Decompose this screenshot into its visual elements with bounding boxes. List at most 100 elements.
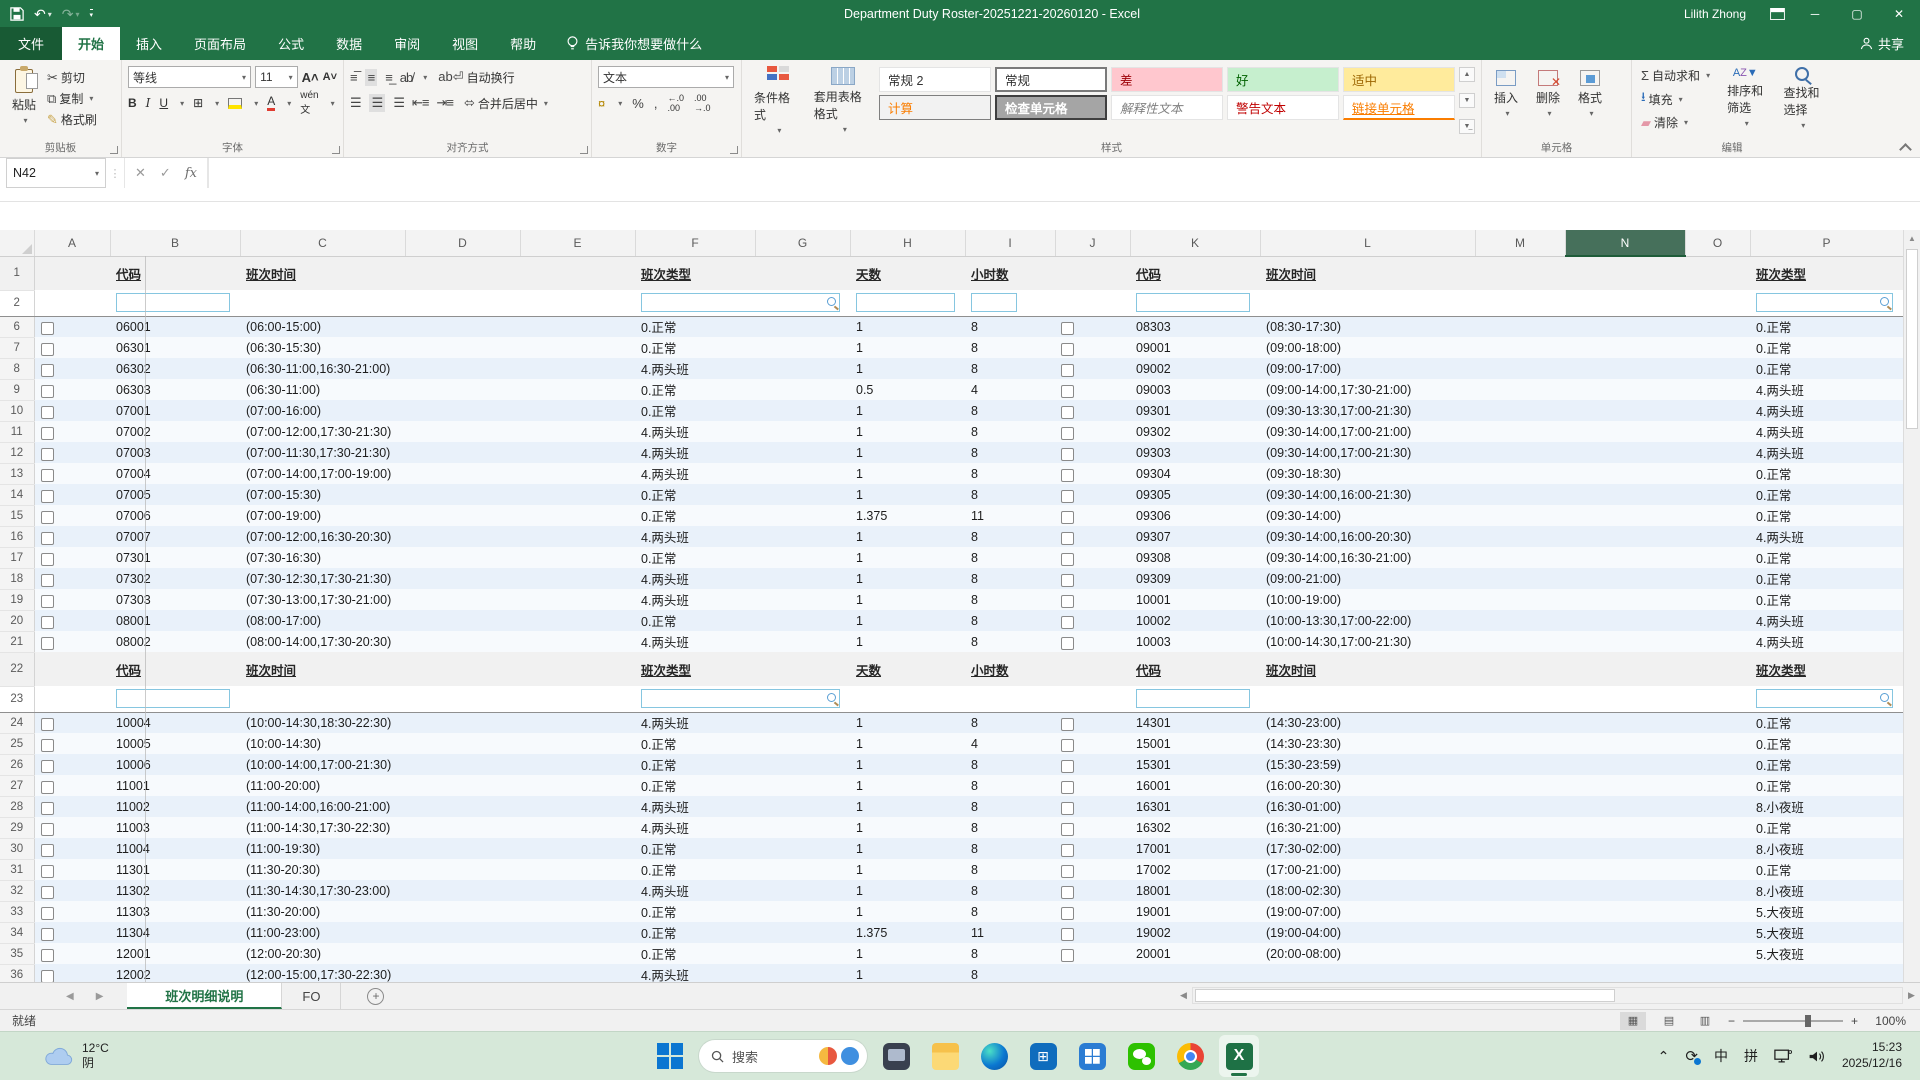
row-checkbox[interactable]: [41, 322, 54, 335]
column-header-O[interactable]: O: [1685, 230, 1750, 256]
page-layout-view-button[interactable]: ▤: [1656, 1012, 1682, 1030]
font-name-combo[interactable]: 等线▾: [128, 66, 251, 88]
zoom-in-button[interactable]: +: [1851, 1014, 1858, 1028]
row-checkbox[interactable]: [1061, 574, 1074, 587]
row-checkbox[interactable]: [1061, 322, 1074, 335]
filter-input[interactable]: [856, 293, 955, 312]
row-checkbox[interactable]: [1061, 718, 1074, 731]
table-row[interactable]: 34 11304(11:00-23:00) 0.正常1.375 1119002 …: [0, 922, 1903, 943]
taskbar-edge[interactable]: [974, 1035, 1014, 1077]
table-row[interactable]: 25 10005(10:00-14:30) 0.正常1 415001 (14:3…: [0, 733, 1903, 754]
row-header[interactable]: 7: [0, 337, 34, 358]
table-row[interactable]: 26 10006(10:00-14:00,17:00-21:30) 0.正常1 …: [0, 754, 1903, 775]
row-checkbox[interactable]: [41, 553, 54, 566]
column-header-I[interactable]: I: [965, 230, 1055, 256]
row-header[interactable]: 12: [0, 442, 34, 463]
cell-style-常规 2[interactable]: 常规 2: [879, 67, 991, 92]
ime-mode-indicator[interactable]: 中: [1714, 1046, 1728, 1066]
number-format-combo[interactable]: 文本▾: [598, 66, 734, 88]
column-header-L[interactable]: L: [1260, 230, 1475, 256]
row-header[interactable]: 2: [0, 290, 34, 316]
table-row[interactable]: 16 07007(07:00-12:00,16:30-20:30) 4.两头班1…: [0, 526, 1903, 547]
zoom-out-button[interactable]: −: [1728, 1014, 1735, 1028]
row-header[interactable]: 31: [0, 859, 34, 880]
tell-me-box[interactable]: 告诉我你想要做什么: [552, 27, 716, 60]
table-row[interactable]: 27 11001(11:00-20:00) 0.正常1 816001 (16:0…: [0, 775, 1903, 796]
ribbon-tab-数据[interactable]: 数据: [320, 27, 378, 60]
scroll-left-arrow[interactable]: ◀: [1175, 990, 1192, 1001]
row-header[interactable]: 20: [0, 610, 34, 631]
column-header-H[interactable]: H: [850, 230, 965, 256]
row-checkbox[interactable]: [41, 718, 54, 731]
row-checkbox[interactable]: [1061, 781, 1074, 794]
number-dialog-launcher[interactable]: [730, 146, 738, 154]
row-header[interactable]: 36: [0, 964, 34, 982]
row-checkbox[interactable]: [41, 448, 54, 461]
orientation-button[interactable]: ab̸: [400, 70, 412, 85]
cell-style-常规[interactable]: 常规: [995, 67, 1107, 92]
row-checkbox[interactable]: [41, 427, 54, 440]
row-checkbox[interactable]: [1061, 907, 1074, 920]
vertical-scroll-thumb[interactable]: [1906, 249, 1918, 429]
font-size-combo[interactable]: 11▾: [255, 66, 298, 88]
ribbon-tab-审阅[interactable]: 审阅: [378, 27, 436, 60]
row-checkbox[interactable]: [41, 886, 54, 899]
taskbar-clock[interactable]: 15:23 2025/12/16: [1842, 1040, 1902, 1071]
tray-chevron-up-icon[interactable]: ⌃: [1658, 1048, 1670, 1065]
accounting-format-button[interactable]: ¤: [598, 96, 605, 111]
filter-input[interactable]: [116, 293, 230, 312]
filter-input[interactable]: [1756, 293, 1893, 312]
format-cells-button[interactable]: 格式▾: [1572, 68, 1608, 120]
row-checkbox[interactable]: [41, 907, 54, 920]
comma-button[interactable]: ,: [654, 96, 658, 111]
formula-bar-splitter[interactable]: ⋮: [106, 158, 124, 188]
row-checkbox[interactable]: [41, 802, 54, 815]
taskbar-wechat[interactable]: [1121, 1035, 1161, 1077]
normal-view-button[interactable]: ▦: [1620, 1012, 1646, 1030]
row-checkbox[interactable]: [1061, 532, 1074, 545]
table-row[interactable]: 21 08002(08:00-14:00,17:30-20:30) 4.两头班1…: [0, 631, 1903, 652]
fill-color-button[interactable]: [228, 98, 242, 109]
row-checkbox[interactable]: [41, 406, 54, 419]
increase-indent-button[interactable]: ⇥≡: [436, 95, 452, 111]
table-row[interactable]: 13 07004(07:00-14:00,17:00-19:00) 4.两头班1…: [0, 463, 1903, 484]
paste-button[interactable]: 粘贴▾: [6, 64, 42, 129]
table-row[interactable]: 11 07002(07:00-12:00,17:30-21:30) 4.两头班1…: [0, 421, 1903, 442]
select-all-corner[interactable]: [0, 230, 34, 256]
column-header-K[interactable]: K: [1130, 230, 1260, 256]
ribbon-tab-帮助[interactable]: 帮助: [494, 27, 552, 60]
table-row[interactable]: 35 12001(12:00-20:30) 0.正常1 820001 (20:0…: [0, 943, 1903, 964]
column-header-E[interactable]: E: [520, 230, 635, 256]
row-header[interactable]: 23: [0, 686, 34, 712]
filter-input[interactable]: [1136, 689, 1250, 708]
table-row[interactable]: 31 11301(11:30-20:30) 0.正常1 817002 (17:0…: [0, 859, 1903, 880]
row-header[interactable]: 35: [0, 943, 34, 964]
table-row[interactable]: 36 12002(12:00-15:00,17:30-22:30) 4.两头班1…: [0, 964, 1903, 982]
zoom-level[interactable]: 100%: [1868, 1014, 1906, 1028]
column-header-J[interactable]: J: [1055, 230, 1130, 256]
sync-icon[interactable]: ⟳: [1685, 1047, 1698, 1065]
table-row[interactable]: 20 08001(08:00-17:00) 0.正常1 810002 (10:0…: [0, 610, 1903, 631]
speaker-icon[interactable]: [1808, 1049, 1826, 1064]
row-checkbox[interactable]: [1061, 739, 1074, 752]
zoom-slider[interactable]: − +: [1728, 1014, 1858, 1028]
customize-qat-button[interactable]: ▾: [90, 9, 94, 19]
zoom-thumb[interactable]: [1805, 1015, 1811, 1027]
insert-cells-button[interactable]: 插入▾: [1488, 68, 1524, 120]
cell-style-检查单元格[interactable]: 检查单元格: [995, 95, 1107, 120]
ribbon-tab-开始[interactable]: 开始: [62, 27, 120, 60]
row-header[interactable]: 9: [0, 379, 34, 400]
share-button[interactable]: 共享: [1844, 27, 1920, 60]
taskbar-search-box[interactable]: 搜索: [699, 1040, 867, 1072]
table-row[interactable]: 30 11004(11:00-19:30) 0.正常1 817001 (17:3…: [0, 838, 1903, 859]
maximize-button[interactable]: ▢: [1836, 0, 1878, 28]
taskbar-excel[interactable]: X: [1219, 1035, 1259, 1077]
row-checkbox[interactable]: [41, 511, 54, 524]
row-checkbox[interactable]: [41, 865, 54, 878]
row-checkbox[interactable]: [41, 928, 54, 941]
table-row[interactable]: 32 11302(11:30-14:30,17:30-23:00) 4.两头班1…: [0, 880, 1903, 901]
save-button[interactable]: [10, 7, 24, 21]
row-checkbox[interactable]: [1061, 553, 1074, 566]
sheet-nav-right-arrow[interactable]: ▶: [96, 991, 104, 1002]
cell-style-解释性文本[interactable]: 解释性文本: [1111, 95, 1223, 120]
